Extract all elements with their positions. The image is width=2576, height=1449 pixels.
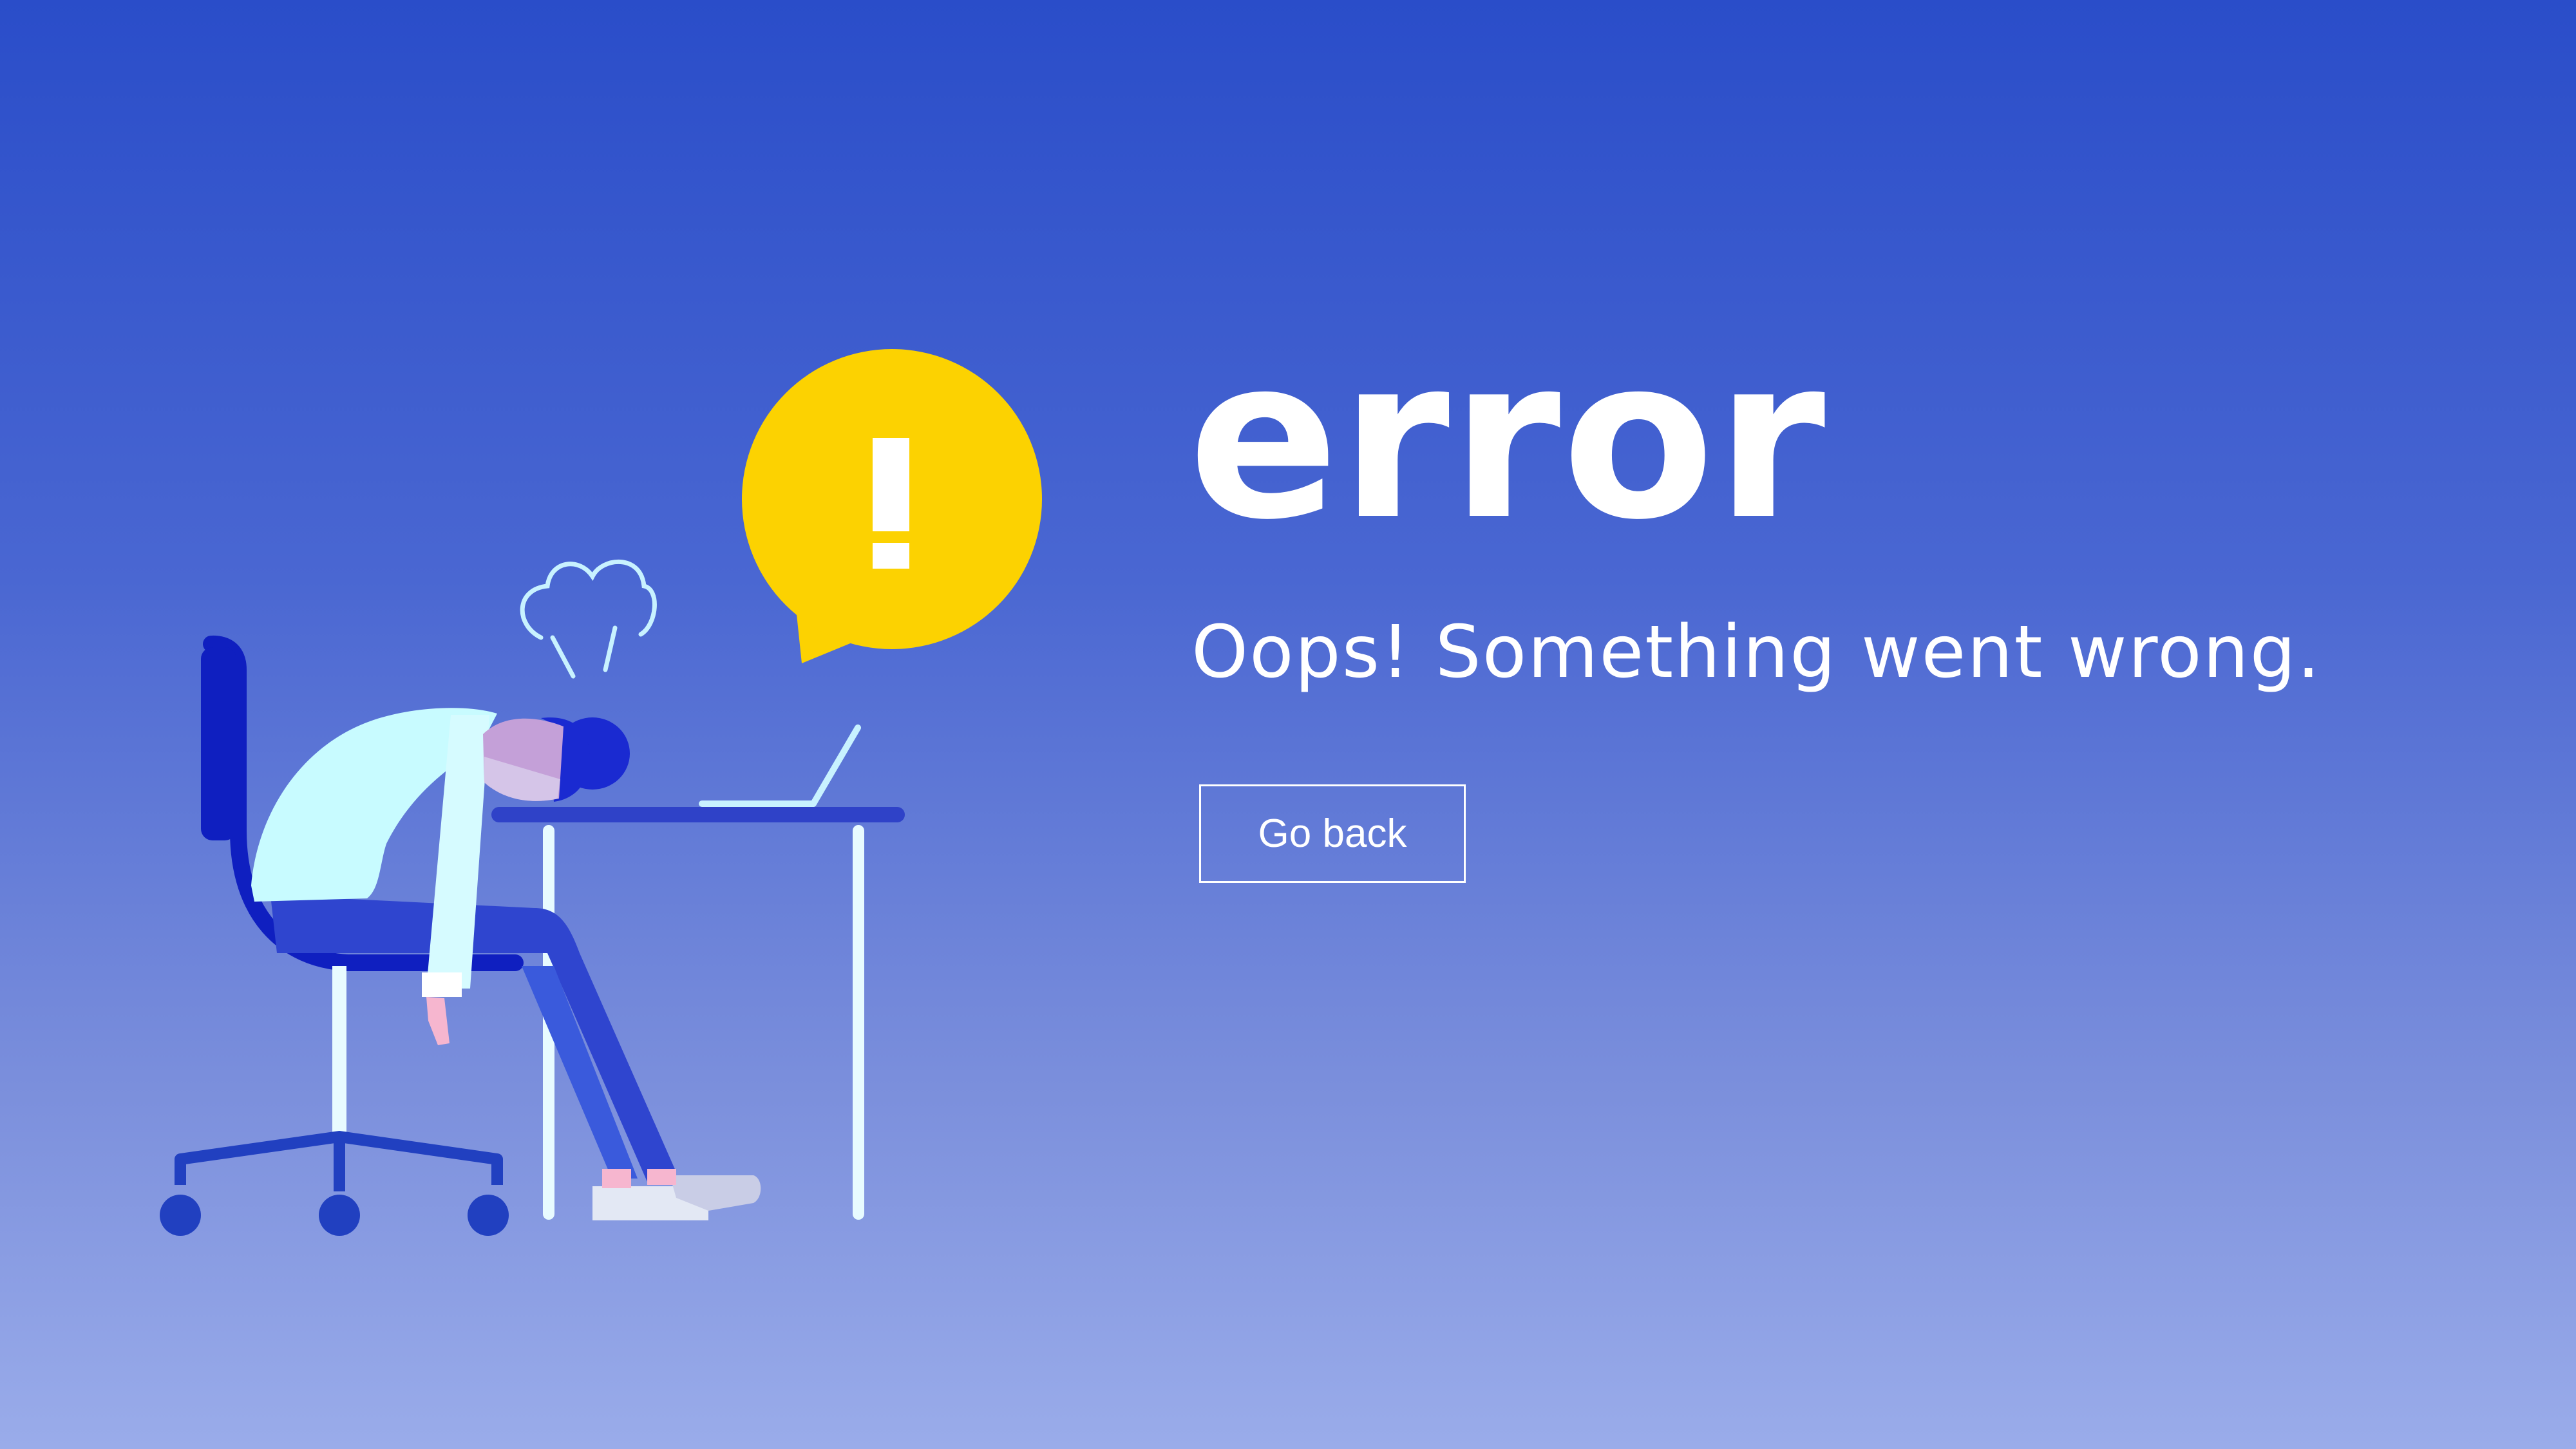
error-title: error [1188,310,1827,569]
steam-cloud-icon [520,560,657,679]
frustrated-worker-illustration [160,349,1042,1236]
go-back-button[interactable]: Go back [1199,784,1466,883]
error-message: Oops! Something went wrong. [1191,611,2322,694]
laptop [699,724,861,807]
alert-speech-bubble-icon [742,349,1042,663]
